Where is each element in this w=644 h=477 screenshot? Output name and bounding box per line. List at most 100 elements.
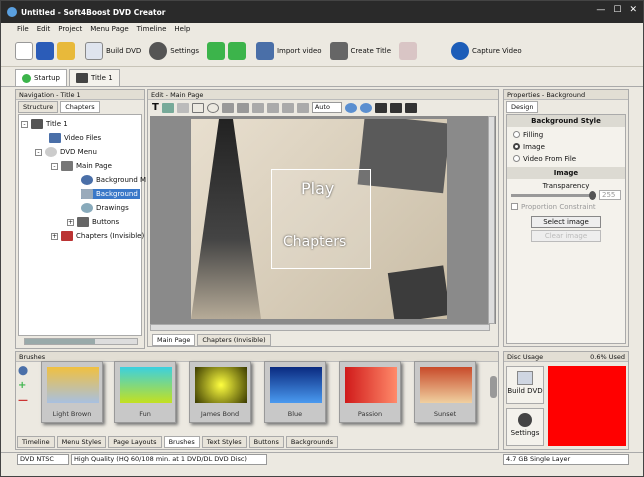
tab-design[interactable]: Design	[506, 101, 539, 113]
menu-timeline[interactable]: Timeline	[137, 25, 167, 33]
canvas-scrollbar[interactable]	[150, 324, 490, 331]
menu-chapters-button[interactable]: Chapters	[283, 234, 346, 250]
tree-item-main-page[interactable]: - Main Page	[51, 161, 112, 171]
expand-icon[interactable]: +	[51, 232, 58, 240]
zoom-in-icon[interactable]	[344, 102, 357, 113]
minimize-icon[interactable]: —	[596, 5, 605, 15]
brushes-scrollbar[interactable]	[490, 376, 497, 398]
brush-passion[interactable]: Passion	[339, 361, 401, 423]
ellipse-tool-icon[interactable]	[206, 102, 219, 113]
text-tool-icon[interactable]: T	[152, 102, 159, 113]
save-icon[interactable]	[36, 41, 54, 60]
create-title-button[interactable]: Create Title	[329, 41, 391, 60]
transparency-slider[interactable]	[511, 190, 596, 200]
select-image-button[interactable]: Select image	[531, 216, 601, 228]
aspect-16-9-icon[interactable]	[389, 102, 402, 113]
layer-select[interactable]: 4.7 GB Single Layer	[503, 454, 629, 465]
horizontal-scrollbar[interactable]	[24, 338, 138, 345]
tab-buttons[interactable]: Buttons	[248, 436, 284, 448]
safe-area-icon[interactable]	[404, 102, 417, 113]
tree-item-background[interactable]: Background	[81, 189, 140, 199]
tree-item-drawings[interactable]: Drawings	[81, 203, 129, 213]
remove-icon[interactable]: —	[18, 395, 28, 406]
tab-main-page[interactable]: Main Page	[152, 334, 196, 346]
quality-select[interactable]: High Quality (HQ 60/108 min. at 1 DVD/DL…	[71, 454, 267, 465]
cut-icon[interactable]	[251, 102, 264, 113]
copy-icon[interactable]	[266, 102, 279, 113]
apply-brush-icon[interactable]: ⬤	[18, 366, 28, 376]
brush-light-brown[interactable]: Light Brown	[41, 361, 103, 423]
tab-timeline[interactable]: Timeline	[17, 436, 55, 448]
close-icon[interactable]: ✕	[629, 5, 637, 15]
slider-handle[interactable]	[589, 190, 596, 200]
tab-menu-styles[interactable]: Menu Styles	[56, 436, 107, 448]
tab-structure[interactable]: Structure	[18, 101, 59, 113]
transparency-value[interactable]: 255	[599, 190, 621, 200]
arc-tool-icon[interactable]	[236, 102, 249, 113]
undo-icon[interactable]	[206, 41, 225, 60]
menu-menu-page[interactable]: Menu Page	[90, 25, 128, 33]
remove-title-icon[interactable]	[399, 41, 418, 60]
new-project-icon[interactable]	[15, 41, 33, 60]
rectangle-tool-icon[interactable]	[191, 102, 204, 113]
brush-james-bond[interactable]: James Bond	[189, 361, 251, 423]
line-tool-icon[interactable]	[176, 102, 189, 113]
scroll-thumb[interactable]	[25, 339, 95, 344]
redo-icon[interactable]	[227, 41, 246, 60]
tree-item-chapters-invisible[interactable]: + Chapters (Invisible)	[51, 231, 144, 241]
tree-item-background-music[interactable]: Background M	[81, 175, 146, 185]
tab-backgrounds[interactable]: Backgrounds	[285, 436, 339, 448]
zoom-out-icon[interactable]	[359, 102, 372, 113]
tree-item-dvd-menu[interactable]: - DVD Menu	[35, 147, 97, 157]
gear-icon	[149, 41, 168, 60]
tab-text-styles[interactable]: Text Styles	[201, 436, 247, 448]
add-icon[interactable]: +	[18, 380, 28, 391]
import-video-button[interactable]: Import video	[255, 41, 322, 60]
maximize-icon[interactable]: ☐	[613, 5, 621, 15]
menu-play-button[interactable]: Play	[301, 179, 334, 198]
build-dvd-button[interactable]: Build DVD	[85, 41, 141, 60]
tree-item-video-files[interactable]: Video Files	[49, 133, 101, 143]
menu-project[interactable]: Project	[58, 25, 82, 33]
capture-video-button[interactable]: Capture Video	[451, 41, 522, 60]
radio-video[interactable]	[513, 155, 520, 162]
brush-sunset[interactable]: Sunset	[414, 361, 476, 423]
zoom-select[interactable]: Auto	[311, 102, 342, 113]
proportion-constraint[interactable]: Proportion Constraint	[507, 200, 625, 214]
settings-side-button[interactable]: Settings	[506, 408, 544, 446]
build-dvd-side-button[interactable]: Build DVD	[506, 366, 544, 404]
delete-icon[interactable]	[296, 102, 309, 113]
clear-image-button[interactable]: Clear image	[531, 230, 601, 242]
tab-chapters-invisible[interactable]: Chapters (Invisible)	[197, 334, 271, 346]
menu-edit[interactable]: Edit	[37, 25, 51, 33]
tab-page-layouts[interactable]: Page Layouts	[108, 436, 162, 448]
pie-tool-icon[interactable]	[221, 102, 234, 113]
format-select[interactable]: DVD NTSC	[17, 454, 69, 465]
tree-item-buttons[interactable]: + Buttons	[67, 217, 119, 227]
collapse-icon[interactable]: -	[35, 148, 42, 156]
menu-help[interactable]: Help	[174, 25, 190, 33]
menu-file[interactable]: File	[17, 25, 29, 33]
tab-chapters[interactable]: Chapters	[60, 101, 100, 113]
radio-filling[interactable]	[513, 131, 520, 138]
settings-button[interactable]: Settings	[149, 41, 199, 60]
aspect-4-3-icon[interactable]	[374, 102, 387, 113]
expand-icon[interactable]: +	[67, 218, 74, 226]
tab-brushes[interactable]: Brushes	[163, 436, 200, 448]
brush-fun[interactable]: Fun	[114, 361, 176, 423]
filling-option[interactable]: Filling	[513, 131, 619, 139]
paste-icon[interactable]	[281, 102, 294, 113]
tab-startup[interactable]: Startup	[15, 69, 67, 86]
tree-item-title-1[interactable]: - Title 1	[21, 119, 68, 129]
checkbox[interactable]	[511, 203, 518, 210]
video-option[interactable]: Video From File	[513, 155, 619, 163]
radio-image[interactable]	[513, 143, 520, 150]
collapse-icon[interactable]: -	[51, 162, 58, 170]
canvas-vscrollbar[interactable]	[488, 116, 495, 324]
collapse-icon[interactable]: -	[21, 120, 28, 128]
image-tool-icon[interactable]	[161, 102, 174, 113]
image-option[interactable]: Image	[513, 143, 619, 151]
tab-title-1[interactable]: Title 1	[68, 69, 120, 86]
open-folder-icon[interactable]	[57, 41, 75, 60]
brush-blue[interactable]: Blue	[264, 361, 326, 423]
